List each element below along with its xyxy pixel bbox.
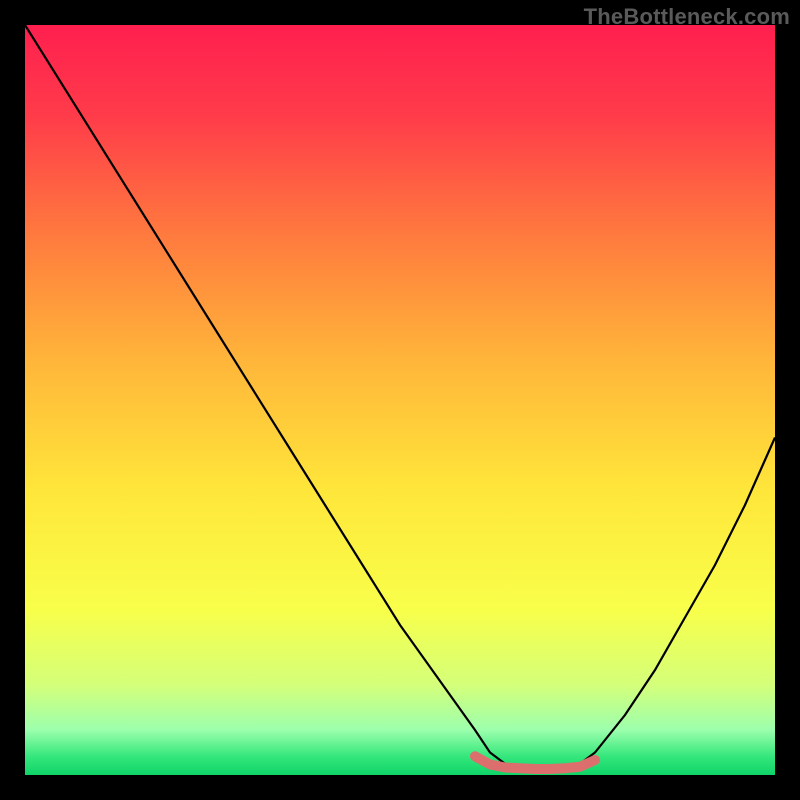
chart-outer-frame: TheBottleneck.com — [0, 0, 800, 800]
optimal-band — [475, 756, 595, 769]
curve-layer — [25, 25, 775, 775]
plot-area — [25, 25, 775, 775]
bottleneck-curve — [25, 25, 775, 769]
